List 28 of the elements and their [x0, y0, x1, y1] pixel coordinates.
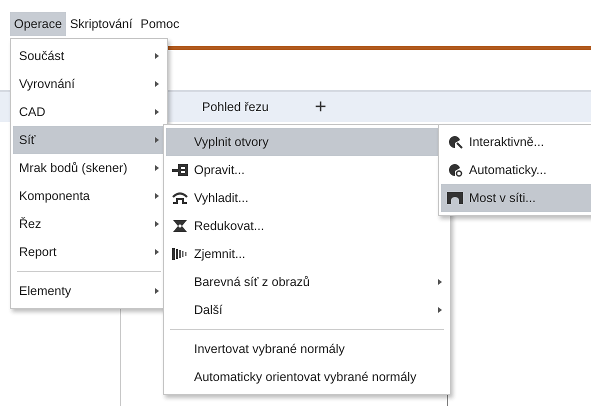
menu-item[interactable]: CAD	[13, 98, 165, 126]
menu-item[interactable]: Mrak bodů (skener)	[13, 154, 165, 182]
menu-item[interactable]: Součást	[13, 42, 165, 70]
connector-icon	[172, 163, 188, 177]
add-tab-button[interactable]: +	[310, 96, 330, 118]
menu-item[interactable]: Barevná síť z obrazů	[166, 268, 448, 296]
menu-item[interactable]: Elementy	[13, 277, 165, 305]
menu-item[interactable]: Síť	[13, 126, 165, 154]
menu-bar-item[interactable]: Operace	[10, 12, 66, 36]
menu-item[interactable]: Most v síti...	[441, 184, 591, 212]
tab[interactable]: Pohled řezu	[190, 96, 281, 118]
menu-item[interactable]: Report	[13, 238, 165, 266]
arch-icon	[447, 191, 463, 205]
menu-item[interactable]: Řez	[13, 210, 165, 238]
bars-icon	[172, 247, 188, 261]
gear-blob-icon	[447, 163, 463, 177]
menu-item[interactable]: Zjemnit...	[166, 240, 448, 268]
menu-item[interactable]: Redukovat...	[166, 212, 448, 240]
wave-icon	[172, 191, 188, 205]
hourglass-icon	[172, 219, 188, 233]
menu-item[interactable]: Vyrovnání	[13, 70, 165, 98]
menu-item[interactable]: Další	[166, 296, 448, 324]
menu-bar-item[interactable]: Skriptování	[66, 12, 136, 36]
menu-item[interactable]: Komponenta	[13, 182, 165, 210]
menu-bar-item[interactable]: Pomoc	[136, 12, 184, 36]
menu-item[interactable]: Automaticky orientovat vybrané normály	[166, 363, 448, 391]
menu-item[interactable]: Invertovat vybrané normály	[166, 335, 448, 363]
cursor-blob-icon	[447, 135, 463, 149]
